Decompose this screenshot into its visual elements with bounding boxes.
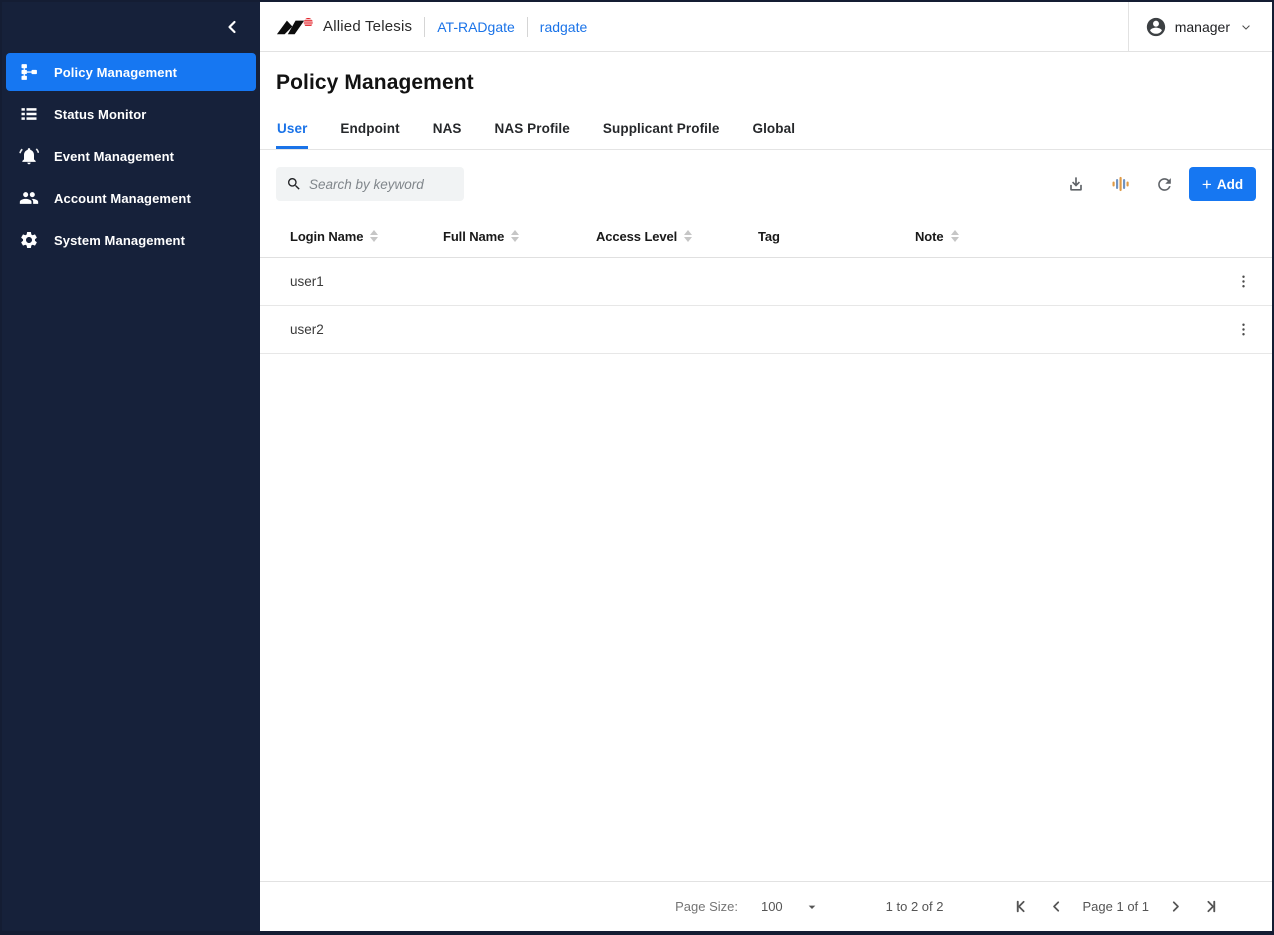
content-area: Allied Telesis AT-RADgate radgate manage…: [260, 2, 1272, 931]
table-row[interactable]: user1: [260, 258, 1272, 306]
link-radgate[interactable]: radgate: [540, 19, 587, 35]
schema-icon: [18, 61, 40, 83]
account-icon: [1145, 16, 1167, 38]
column-label: Note: [915, 228, 944, 244]
sidebar-item-account-management[interactable]: Account Management: [6, 179, 256, 217]
page-title: Policy Management: [276, 71, 474, 94]
last-page-button[interactable]: [1196, 894, 1222, 920]
page-size-value[interactable]: 100: [761, 899, 783, 914]
page-indicator: Page 1 of 1: [1082, 899, 1150, 914]
header-divider: [526, 16, 528, 37]
cell-login-name: user1: [290, 274, 324, 289]
column-header-login-name[interactable]: Login Name: [276, 229, 429, 244]
caret-down-icon: [804, 899, 820, 915]
column-header-full-name[interactable]: Full Name: [429, 229, 582, 244]
tab-nas-profile[interactable]: NAS Profile: [494, 110, 571, 149]
table-row[interactable]: user2: [260, 306, 1272, 354]
column-label: Access Level: [596, 228, 678, 244]
brand-logo: Allied Telesis: [276, 16, 412, 38]
sidebar-item-label: System Management: [54, 232, 186, 248]
sidebar-item-label: Policy Management: [54, 64, 178, 80]
sidebar-item-status-monitor[interactable]: Status Monitor: [6, 95, 256, 133]
add-button-label: Add: [1216, 176, 1244, 192]
row-menu-button[interactable]: [1231, 317, 1256, 342]
column-header-access-level[interactable]: Access Level: [582, 229, 744, 244]
refresh-button[interactable]: [1145, 167, 1183, 201]
refresh-icon: [1155, 175, 1174, 194]
top-header: Allied Telesis AT-RADgate radgate manage…: [260, 2, 1272, 52]
page-size-label: Page Size:: [675, 899, 738, 914]
link-at-radgate[interactable]: AT-RADgate: [437, 19, 515, 35]
sort-icon: [370, 230, 379, 242]
download-button[interactable]: [1057, 167, 1095, 201]
sort-icon: [684, 230, 693, 242]
first-page-icon: [1013, 897, 1032, 916]
column-label: Tag: [758, 228, 780, 244]
sidebar-item-system-management[interactable]: System Management: [6, 221, 256, 259]
column-label: Full Name: [443, 228, 505, 244]
cell-login-name: user2: [290, 322, 324, 337]
brand-name: Allied Telesis: [323, 18, 413, 35]
bell-icon: [18, 145, 40, 167]
next-page-button[interactable]: [1162, 894, 1188, 920]
search-input[interactable]: [309, 176, 454, 192]
tab-endpoint[interactable]: Endpoint: [339, 110, 400, 149]
last-page-icon: [1200, 897, 1219, 916]
table-toolbar: + Add: [260, 150, 1272, 215]
chevron-left-icon: [222, 17, 242, 37]
cell-actions: [1216, 269, 1256, 294]
pagination-controls: Page 1 of 1: [1006, 894, 1227, 920]
main-panel: Policy Management User Endpoint NAS NAS …: [260, 52, 1272, 881]
first-page-button[interactable]: [1010, 894, 1036, 920]
gear-icon: [18, 229, 40, 251]
user-name: manager: [1174, 18, 1230, 35]
kebab-icon: [1235, 273, 1252, 290]
kebab-icon: [1235, 321, 1252, 338]
sort-icon: [511, 230, 520, 242]
tab-nas[interactable]: NAS: [432, 110, 463, 149]
column-label: Login Name: [290, 228, 364, 244]
previous-page-button[interactable]: [1044, 894, 1070, 920]
download-icon: [1066, 174, 1086, 194]
add-button[interactable]: + Add: [1189, 167, 1256, 201]
chevron-left-icon: [1048, 898, 1065, 915]
search-icon: [286, 176, 302, 192]
people-icon: [18, 187, 40, 209]
list-icon: [18, 103, 40, 125]
row-range-text: 1 to 2 of 2: [885, 899, 944, 914]
filter-columns-button[interactable]: [1101, 167, 1139, 201]
empty-space: [260, 354, 1272, 881]
sidebar-item-label: Event Management: [54, 148, 175, 164]
sidebar-item-label: Status Monitor: [54, 106, 147, 122]
tab-bar: User Endpoint NAS NAS Profile Supplicant…: [260, 110, 1272, 150]
column-header-tag: Tag: [744, 229, 901, 244]
tab-user[interactable]: User: [276, 110, 309, 149]
row-menu-button[interactable]: [1231, 269, 1256, 294]
header-divider: [424, 16, 426, 37]
table-header-row: Login Name Full Name Access Level Tag No…: [260, 215, 1272, 258]
collapse-sidebar-button[interactable]: [218, 13, 246, 41]
sidebar-item-label: Account Management: [54, 190, 191, 206]
chevron-right-icon: [1167, 898, 1184, 915]
chevron-down-icon: [1238, 19, 1254, 35]
tab-supplicant-profile[interactable]: Supplicant Profile: [602, 110, 721, 149]
plus-icon: +: [1201, 174, 1212, 194]
tab-global[interactable]: Global: [751, 110, 796, 149]
app-window: Policy Management Status Monitor Event M…: [0, 0, 1274, 935]
user-menu[interactable]: manager: [1127, 2, 1272, 51]
allied-telesis-logo-icon: [276, 16, 316, 38]
sidebar-header: [2, 2, 260, 52]
sidebar-item-event-management[interactable]: Event Management: [6, 137, 256, 175]
cell-actions: [1216, 317, 1256, 342]
sidebar-menu: Policy Management Status Monitor Event M…: [2, 52, 260, 264]
sidebar-item-policy-management[interactable]: Policy Management: [6, 53, 256, 91]
filter-columns-icon: [1110, 174, 1130, 194]
page-size-dropdown[interactable]: [804, 899, 820, 915]
column-header-note[interactable]: Note: [901, 229, 1216, 244]
sort-icon: [950, 230, 959, 242]
table-footer: Page Size: 100 1 to 2 of 2 Page 1 of 1: [260, 881, 1272, 931]
search-box: [276, 167, 464, 201]
sidebar: Policy Management Status Monitor Event M…: [2, 2, 260, 931]
